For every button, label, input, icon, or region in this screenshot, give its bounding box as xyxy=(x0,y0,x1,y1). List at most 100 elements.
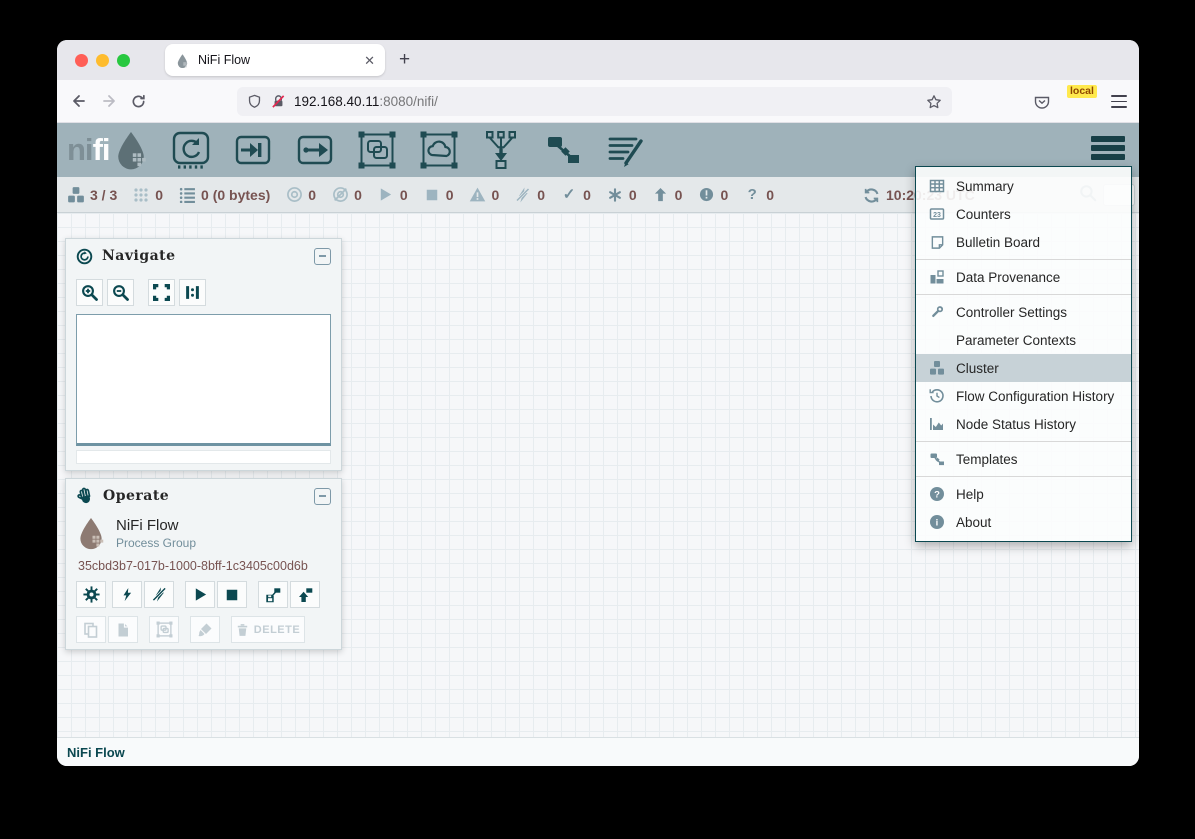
stopped-icon xyxy=(423,186,441,204)
funnel-component-icon[interactable] xyxy=(481,129,521,171)
breadcrumb[interactable]: NiFi Flow xyxy=(57,737,1139,766)
stop-button[interactable] xyxy=(217,581,247,608)
birdseye-minimap[interactable] xyxy=(76,314,331,446)
zoom-window-button[interactable] xyxy=(117,54,130,67)
threads-icon xyxy=(132,186,150,204)
url-bar[interactable]: 192.168.40.11:8080/nifi/ xyxy=(237,87,952,116)
tab-title: NiFi Flow xyxy=(198,53,364,67)
menu-divider xyxy=(916,476,1131,477)
tab-close-icon[interactable]: ✕ xyxy=(364,54,375,67)
tab-favicon-drop-icon xyxy=(175,53,190,68)
back-icon[interactable] xyxy=(71,93,87,109)
menu-item-cluster[interactable]: Cluster xyxy=(916,354,1131,382)
operate-header[interactable]: Operate xyxy=(66,479,341,513)
process-group-component-icon[interactable] xyxy=(357,129,397,171)
global-menu: Summary 23 Counters Bulletin Board Data … xyxy=(915,166,1132,542)
queued-status: 0 (0 bytes) xyxy=(178,186,270,204)
upload-template-button[interactable] xyxy=(290,581,320,608)
zoom-out-button[interactable] xyxy=(107,279,134,306)
disable-button[interactable] xyxy=(144,581,174,608)
menu-item-data-provenance[interactable]: Data Provenance xyxy=(916,263,1131,291)
collapse-navigate-button[interactable] xyxy=(314,248,331,265)
pocket-icon[interactable] xyxy=(1033,93,1051,111)
help-icon: ? xyxy=(928,486,946,502)
input-port-component-icon[interactable] xyxy=(233,129,273,171)
close-window-button[interactable] xyxy=(75,54,88,67)
copy-button[interactable] xyxy=(76,616,106,643)
zoom-in-button[interactable] xyxy=(76,279,103,306)
configure-button[interactable] xyxy=(76,581,106,608)
zoom-actual-size-button[interactable] xyxy=(179,279,206,306)
browser-menu-icon[interactable] xyxy=(1111,95,1127,107)
menu-item-about[interactable]: i About xyxy=(916,508,1131,536)
new-tab-button[interactable]: + xyxy=(399,50,410,69)
browser-window: NiFi Flow ✕ + 192.168.40.11:8080/nifi/ xyxy=(57,40,1139,766)
operate-hand-icon xyxy=(76,487,94,505)
process-group-drop-icon xyxy=(76,515,106,551)
birdseye-brush[interactable] xyxy=(76,450,331,464)
menu-item-flow-configuration-history[interactable]: Flow Configuration History xyxy=(916,382,1131,410)
navigate-compass-icon xyxy=(76,248,93,265)
locally-modified-stale-status: 0 xyxy=(697,186,728,204)
label-component-icon[interactable] xyxy=(605,129,645,171)
not-transmitting-status: 0 xyxy=(331,186,362,204)
svg-text:i: i xyxy=(936,517,939,528)
menu-item-controller-settings[interactable]: Controller Settings xyxy=(916,298,1131,326)
browser-tab-bar: NiFi Flow ✕ + xyxy=(57,40,1139,80)
refresh-icon[interactable] xyxy=(862,186,880,204)
menu-item-bulletin-board[interactable]: Bulletin Board xyxy=(916,228,1131,256)
url-text: 192.168.40.11:8080/nifi/ xyxy=(294,94,926,109)
menu-divider xyxy=(916,441,1131,442)
zoom-fit-button[interactable] xyxy=(148,279,175,306)
output-port-component-icon[interactable] xyxy=(295,129,335,171)
browser-tab[interactable]: NiFi Flow ✕ xyxy=(165,44,385,76)
bulletin-board-icon xyxy=(928,234,946,250)
disabled-icon xyxy=(514,186,532,204)
menu-item-counters[interactable]: 23 Counters xyxy=(916,200,1131,228)
create-template-button[interactable] xyxy=(258,581,288,608)
shield-icon[interactable] xyxy=(247,94,262,109)
group-button[interactable] xyxy=(149,616,179,643)
stale-status: 0 xyxy=(652,186,683,204)
menu-item-help[interactable]: ? Help xyxy=(916,480,1131,508)
locally-modified-icon xyxy=(606,186,624,204)
bookmark-star-icon[interactable] xyxy=(926,94,942,110)
processor-component-icon[interactable] xyxy=(171,129,211,171)
menu-item-templates[interactable]: Templates xyxy=(916,445,1131,473)
color-button[interactable] xyxy=(190,616,220,643)
running-status: 0 xyxy=(377,186,408,204)
svg-text:?: ? xyxy=(934,489,940,500)
queued-icon xyxy=(178,186,196,204)
paste-button[interactable] xyxy=(108,616,138,643)
reload-icon[interactable] xyxy=(131,94,146,109)
process-group-id: 35cbd3b7-017b-1000-8bff-1c3405c00d6b xyxy=(66,551,341,573)
transmitting-icon xyxy=(285,186,303,204)
navigate-title: Navigate xyxy=(102,248,314,264)
cluster-icon xyxy=(928,360,946,376)
template-component-icon[interactable] xyxy=(543,129,583,171)
nifi-drop-logo-icon xyxy=(113,130,149,170)
remote-process-group-component-icon[interactable] xyxy=(419,129,459,171)
enable-button[interactable] xyxy=(112,581,142,608)
operate-panel: Operate NiFi Flow Process Group 35cbd3b7… xyxy=(65,478,342,650)
start-button[interactable] xyxy=(185,581,215,608)
sync-failure-status: ? 0 xyxy=(743,186,774,204)
delete-button[interactable]: DELETE xyxy=(231,616,305,643)
menu-item-parameter-contexts[interactable]: Parameter Contexts xyxy=(916,326,1131,354)
about-icon: i xyxy=(928,514,946,530)
minimize-window-button[interactable] xyxy=(96,54,109,67)
selected-flow-type: Process Group xyxy=(116,536,196,550)
svg-text:23: 23 xyxy=(933,212,941,219)
nifi-global-menu-button[interactable] xyxy=(1091,136,1125,160)
navigate-panel: Navigate xyxy=(65,238,342,471)
profile-avatar[interactable]: local xyxy=(1069,90,1093,114)
transmitting-status: 0 xyxy=(285,186,316,204)
insecure-lock-icon[interactable] xyxy=(271,94,286,109)
menu-item-summary[interactable]: Summary xyxy=(916,172,1131,200)
forward-icon[interactable] xyxy=(101,93,117,109)
collapse-operate-button[interactable] xyxy=(314,488,331,505)
cluster-status: 3 / 3 xyxy=(67,186,117,204)
navigate-header[interactable]: Navigate xyxy=(66,239,341,273)
selected-flow-name: NiFi Flow xyxy=(116,517,196,534)
menu-item-node-status-history[interactable]: Node Status History xyxy=(916,410,1131,438)
